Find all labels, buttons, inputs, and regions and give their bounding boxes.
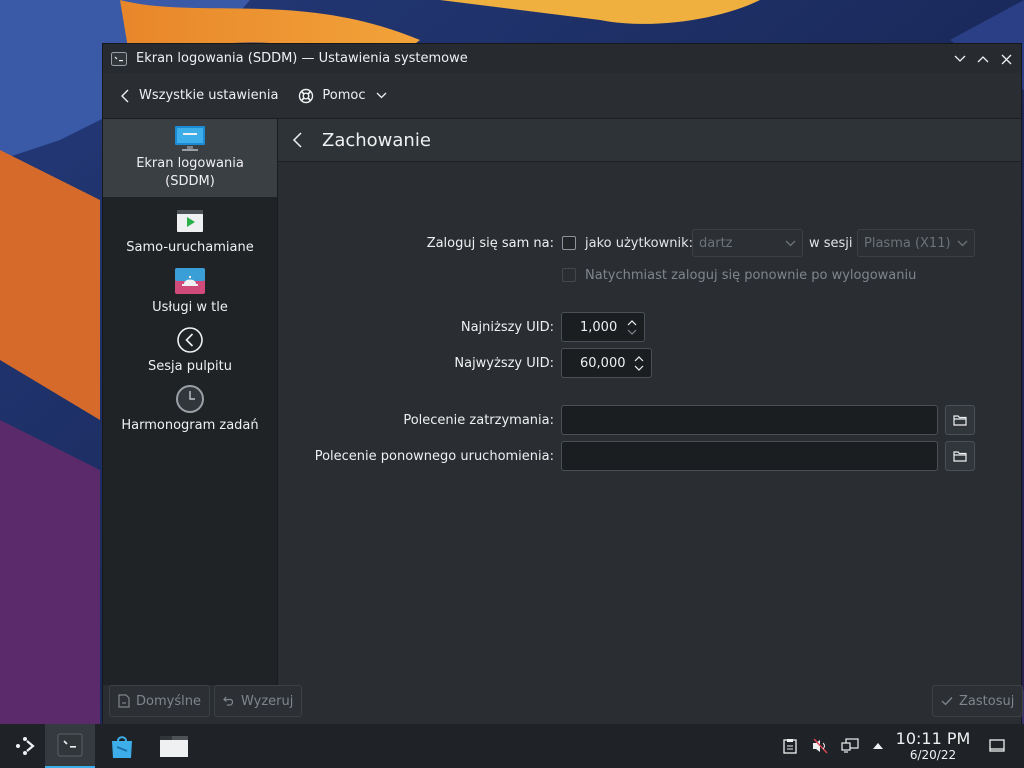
chevron-down-icon — [785, 240, 796, 246]
spin-down-icon[interactable] — [634, 365, 644, 372]
spin-up-icon[interactable] — [627, 319, 637, 326]
spin-up-icon[interactable] — [634, 355, 644, 362]
window-titlebar[interactable]: Ekran logowania (SDDM) — Ustawienia syst… — [103, 44, 1021, 73]
relogin-checkbox[interactable] — [562, 268, 576, 282]
taskbar-system-settings[interactable] — [45, 724, 95, 768]
page-title: Zachowanie — [322, 129, 431, 151]
folder-icon — [953, 415, 967, 426]
taskbar-file-manager[interactable] — [149, 724, 199, 768]
all-settings-button[interactable]: Wszystkie ustawienia — [121, 88, 278, 103]
sidebar-item-sddm[interactable]: Ekran logowania (SDDM) — [103, 119, 277, 197]
max-uid-spinbox[interactable]: 60,000 — [561, 348, 652, 378]
reset-button[interactable]: Wyzeruj — [214, 685, 303, 717]
sidebar-item-desktop-session[interactable]: Sesja pulpitu — [103, 326, 277, 382]
max-uid-value: 60,000 — [580, 355, 626, 371]
sidebar-item-task-scheduler[interactable]: Harmonogram zadań — [103, 385, 277, 441]
clock-date: 6/20/22 — [909, 748, 957, 762]
halt-command-browse-button[interactable] — [945, 405, 975, 435]
page-back-button[interactable] — [292, 132, 308, 148]
max-uid-label: Najwyższy UID: — [454, 356, 554, 371]
behavior-form: Zaloguj się sam na: jako użytkownik: dar… — [278, 162, 1021, 685]
sidebar-item-label: Samo-uruchamiane — [126, 240, 254, 255]
back-circle-icon — [174, 326, 206, 354]
folder-icon — [953, 451, 967, 462]
autologin-session-select[interactable]: Plasma (X11) — [857, 229, 975, 257]
apply-label: Zastosuj — [959, 693, 1015, 709]
help-label: Pomoc — [322, 88, 366, 103]
min-uid-label: Najniższy UID: — [460, 320, 554, 335]
show-desktop-button[interactable] — [987, 736, 1007, 756]
terminal-icon — [110, 51, 128, 67]
autologin-checkbox[interactable] — [562, 236, 576, 250]
digital-clock[interactable]: 10:11 PM 6/20/22 — [894, 729, 972, 762]
sidebar: Ekran logowania (SDDM) Samo-uruchamiane … — [103, 119, 278, 685]
chevron-left-icon — [121, 89, 129, 102]
show-hidden-icons-button[interactable] — [868, 736, 888, 756]
desktop-icon — [989, 739, 1005, 752]
halt-command-input[interactable] — [561, 405, 938, 435]
network-wired-icon[interactable] — [840, 736, 860, 756]
undo-icon — [223, 695, 235, 707]
autologin-user-value: dartz — [699, 235, 733, 251]
sidebar-item-label: Sesja pulpitu — [147, 359, 233, 374]
arrow-up-icon — [873, 743, 883, 749]
chevron-down-icon — [376, 92, 386, 99]
close-button[interactable] — [995, 48, 1017, 70]
autologin-user-label: jako użytkownik: — [585, 236, 693, 251]
autologin-label: Zaloguj się sam na: — [426, 236, 554, 251]
sidebar-item-label: Harmonogram zadań — [121, 418, 259, 433]
autologin-session-label: w sesji — [809, 236, 853, 251]
sidebar-item-label: Ekran logowania — [136, 156, 244, 171]
halt-command-label: Polecenie zatrzymania: — [403, 413, 554, 428]
autologin-session-value: Plasma (X11) — [864, 235, 951, 251]
volume-muted-icon[interactable] — [810, 736, 830, 756]
help-menu-button[interactable]: Pomoc — [298, 88, 386, 104]
minimize-button[interactable] — [949, 48, 971, 70]
relogin-label: Natychmiast zaloguj się ponownie po wylo… — [585, 268, 917, 283]
all-settings-label: Wszystkie ustawienia — [139, 88, 279, 103]
chevron-left-icon — [292, 132, 302, 148]
reset-label: Wyzeruj — [241, 693, 294, 709]
close-icon — [1001, 54, 1011, 64]
terminal-icon — [57, 733, 83, 757]
sidebar-item-label: Usługi w tle — [152, 300, 228, 315]
document-icon — [118, 694, 130, 708]
sidebar-item-label-line2: (SDDM) — [165, 174, 215, 189]
defaults-label: Domyślne — [136, 693, 201, 709]
play-icon — [174, 207, 206, 235]
clipboard-icon[interactable] — [780, 736, 800, 756]
taskbar-discover[interactable] — [97, 724, 147, 768]
window-title: Ekran logowania (SDDM) — Ustawienia syst… — [136, 51, 468, 66]
reboot-command-label: Polecenie ponownego uruchomienia: — [314, 449, 554, 464]
page-header: Zachowanie — [278, 119, 1021, 162]
taskbar: 10:11 PM 6/20/22 — [0, 724, 1024, 768]
sidebar-item-background-services[interactable]: Usługi w tle — [103, 267, 277, 323]
chevron-up-icon — [977, 56, 989, 63]
chevron-down-icon — [954, 55, 966, 62]
min-uid-spinbox[interactable]: 1,000 — [561, 312, 645, 342]
shopping-bag-icon — [112, 736, 132, 758]
min-uid-value: 1,000 — [580, 319, 618, 335]
lifebuoy-icon — [299, 88, 314, 103]
folder-icon — [160, 736, 188, 757]
window-footer: Domyślne Wyzeruj Zastosuj — [103, 685, 1024, 725]
autologin-user-select[interactable]: dartz — [692, 229, 803, 257]
reboot-command-browse-button[interactable] — [945, 441, 975, 471]
toolbar: Wszystkie ustawienia Pomoc — [103, 73, 1021, 119]
maximize-button[interactable] — [972, 48, 994, 70]
chevron-down-icon — [957, 240, 968, 246]
clock-time: 10:11 PM — [895, 729, 971, 748]
defaults-button[interactable]: Domyślne — [109, 685, 210, 717]
clock-icon — [174, 385, 206, 413]
checkmark-icon — [941, 696, 953, 706]
monitor-icon — [174, 119, 206, 153]
apply-button[interactable]: Zastosuj — [932, 685, 1024, 717]
reboot-command-input[interactable] — [561, 441, 938, 471]
application-launcher[interactable] — [0, 724, 50, 768]
bell-service-icon — [174, 267, 206, 295]
launcher-icon — [16, 737, 35, 755]
sidebar-item-autostart[interactable]: Samo-uruchamiane — [103, 207, 277, 263]
spin-down-icon[interactable] — [627, 329, 637, 336]
system-settings-window: Ekran logowania (SDDM) — Ustawienia syst… — [102, 43, 1024, 725]
